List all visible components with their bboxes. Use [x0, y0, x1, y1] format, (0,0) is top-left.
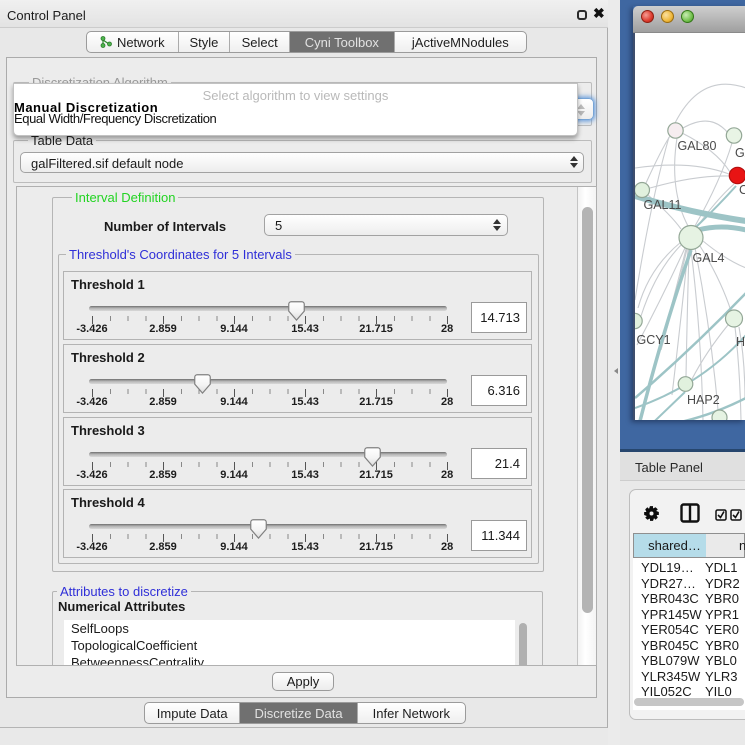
svg-text:GAL4: GAL4: [693, 251, 725, 265]
svg-text:GAL80: GAL80: [678, 139, 717, 153]
svg-text:GA: GA: [735, 146, 745, 160]
svg-text:C: C: [739, 183, 745, 197]
svg-text:HAP2: HAP2: [687, 393, 720, 407]
svg-text:GAL11: GAL11: [644, 198, 682, 212]
svg-text:H: H: [736, 335, 745, 349]
svg-text:GCY1: GCY1: [637, 333, 671, 347]
